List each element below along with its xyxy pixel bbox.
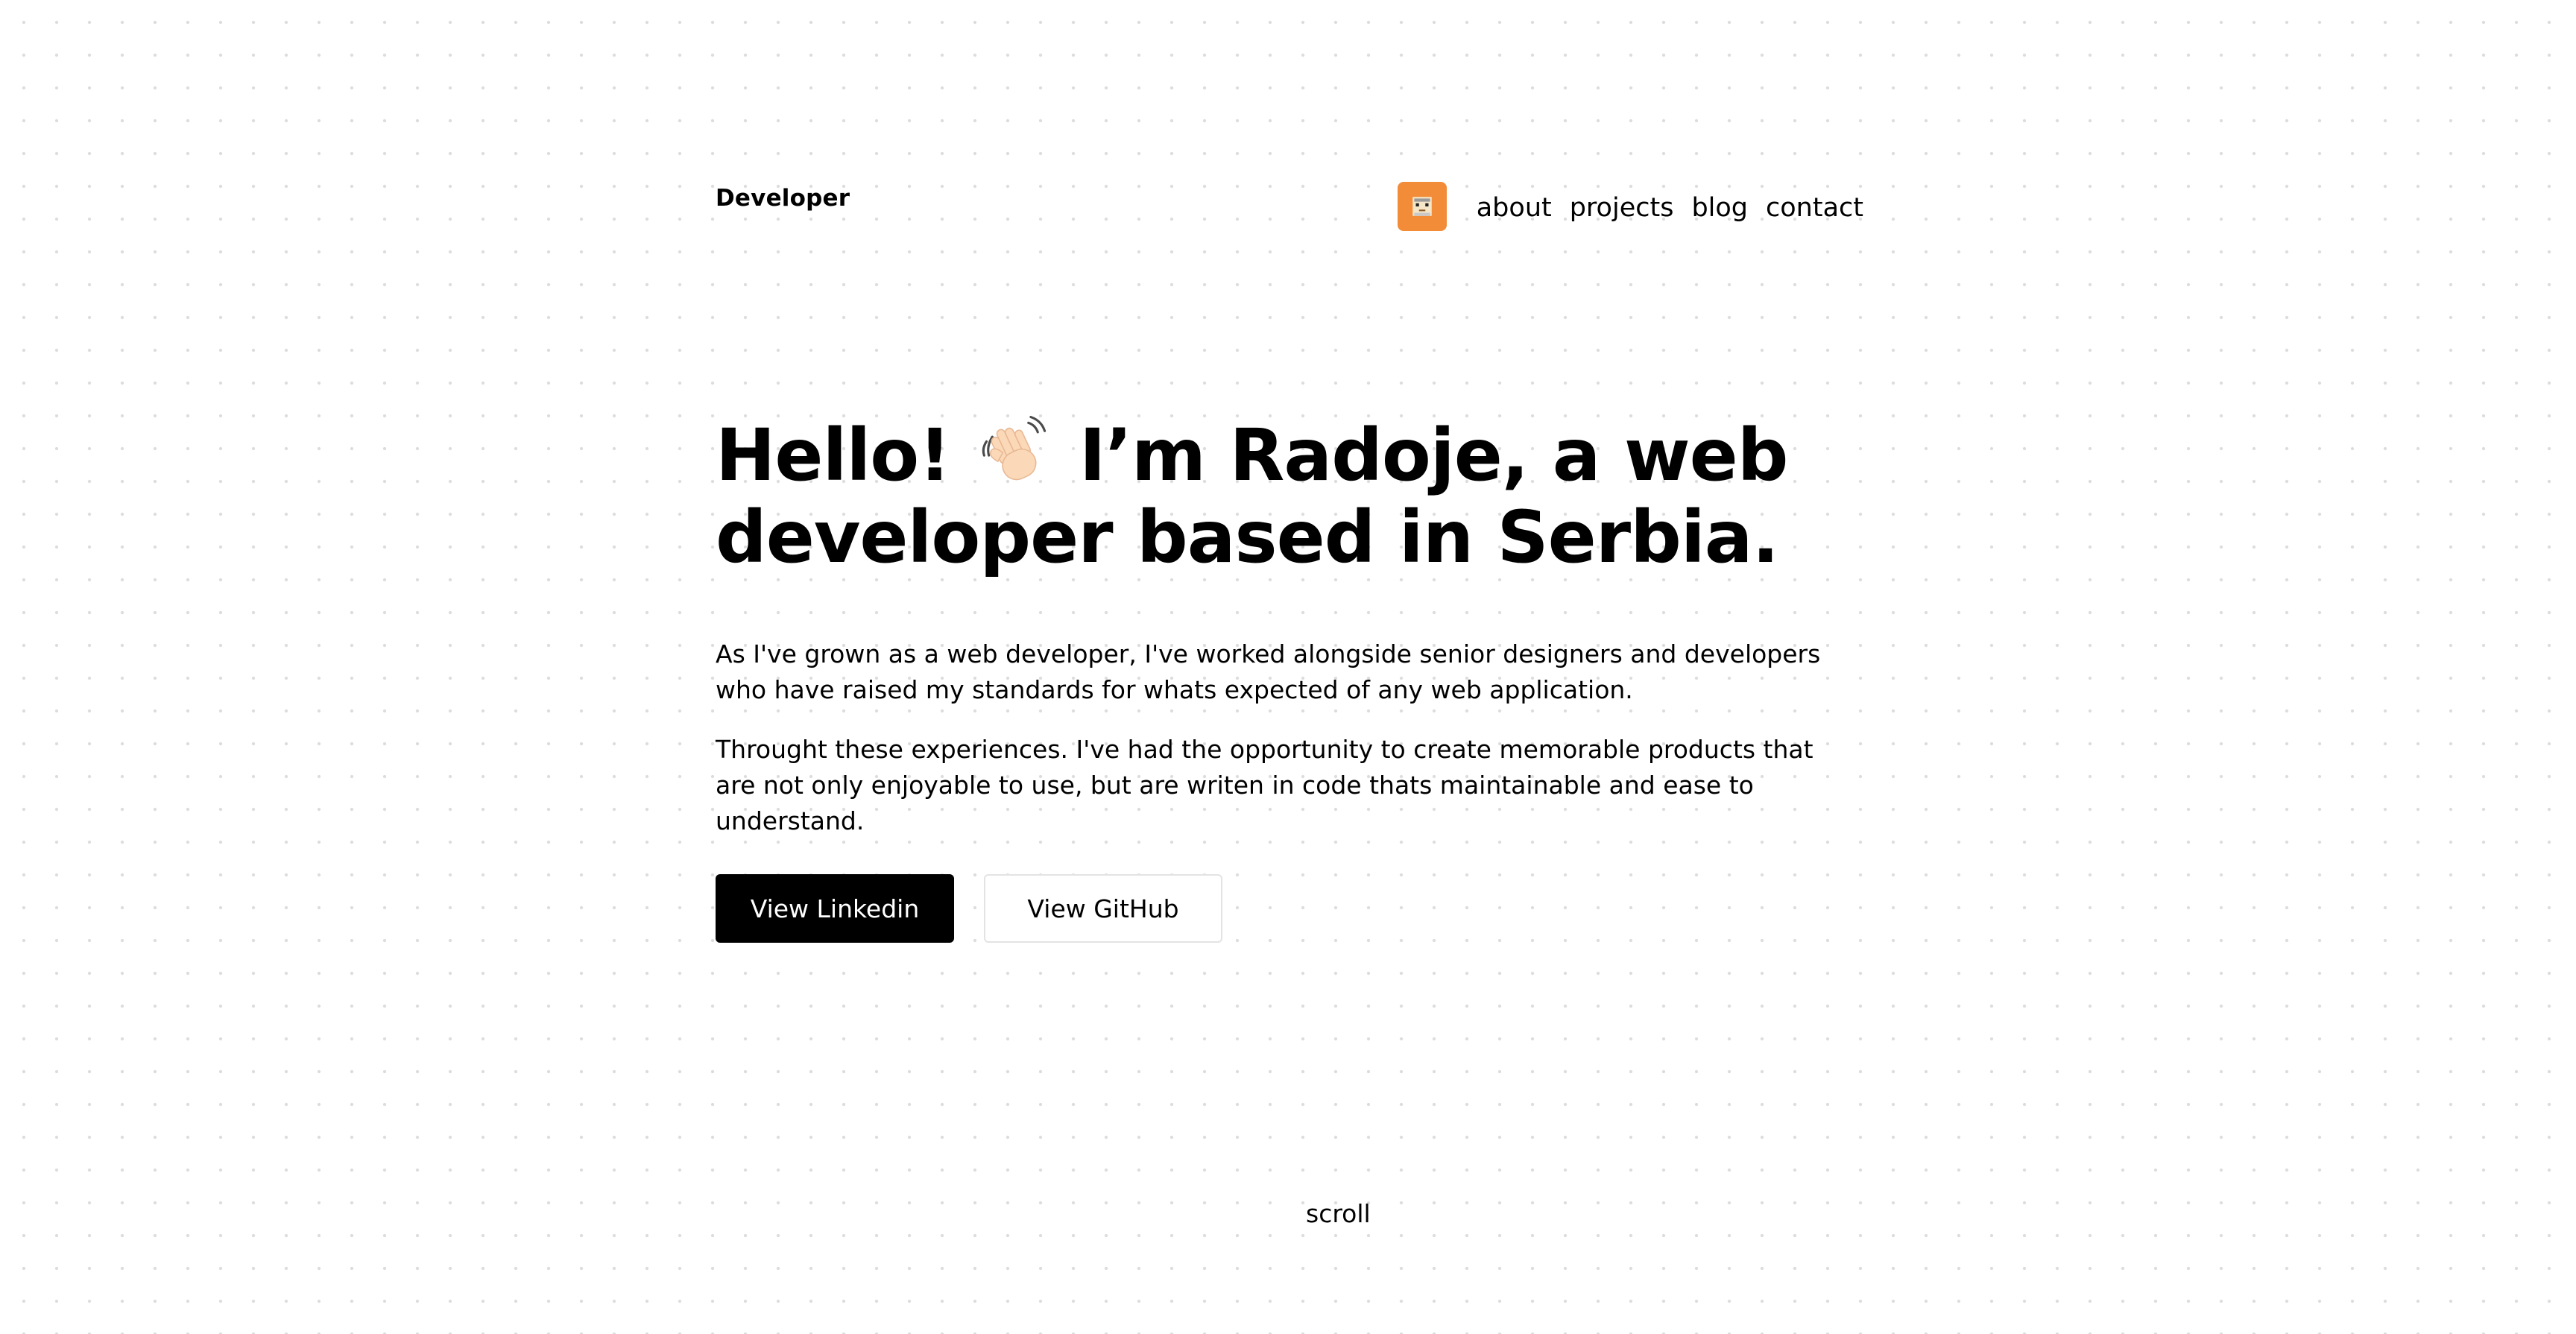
hero-section: Hello! I’m Radoje, a web developer based…: [716, 414, 1878, 578]
view-linkedin-button[interactable]: View Linkedin: [716, 874, 954, 943]
view-github-button[interactable]: View GitHub: [984, 874, 1222, 943]
main-nav: about projects blog contact: [1397, 182, 1863, 233]
nav-link-blog[interactable]: blog: [1691, 195, 1748, 221]
intro-paragraph-1: As I've grown as a web developer, I've w…: [716, 639, 1821, 704]
pixel-avatar-icon[interactable]: [1397, 182, 1447, 231]
brand-logo-text[interactable]: Developer: [716, 185, 850, 212]
cta-buttons: View Linkedin View GitHub: [716, 874, 1222, 943]
headline-line-2: developer based in Serbia.: [716, 496, 1779, 579]
intro-text: As I've grown as a web developer, I've w…: [716, 636, 1849, 863]
headline-greeting: Hello!: [716, 414, 951, 497]
nav-link-contact[interactable]: contact: [1766, 195, 1863, 221]
nav-link-about[interactable]: about: [1477, 195, 1552, 221]
site-header: Developer about projects blog contact: [716, 177, 1863, 237]
scroll-indicator[interactable]: scroll: [1306, 1199, 1371, 1228]
headline-intro: I’m Radoje, a web: [1079, 414, 1789, 497]
nav-link-projects[interactable]: projects: [1570, 195, 1674, 221]
avatar-face-icon: [1412, 197, 1432, 216]
waving-hand-icon: [982, 416, 1046, 481]
hero-headline: Hello! I’m Radoje, a web developer based…: [716, 414, 1878, 578]
intro-paragraph-2: Throught these experiences. I've had the…: [716, 735, 1813, 835]
